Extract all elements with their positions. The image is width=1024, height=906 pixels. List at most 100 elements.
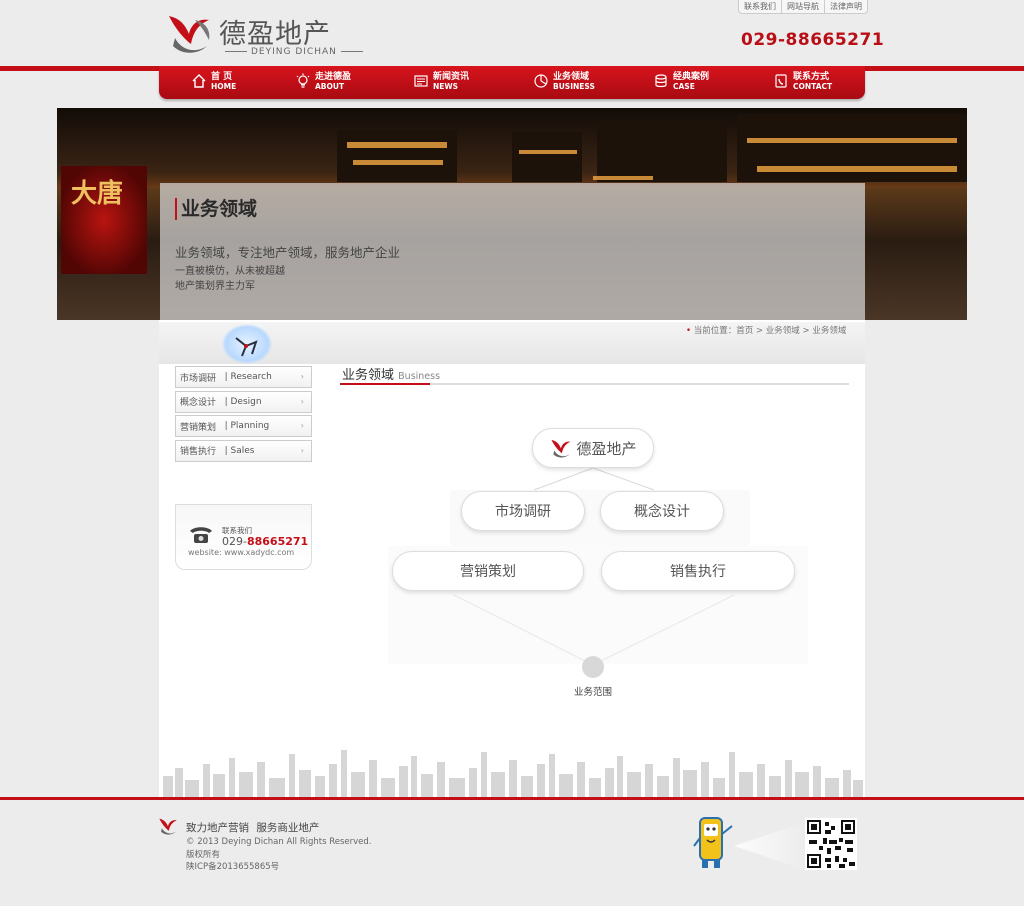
sidebar-item-sales[interactable]: 销售执行 | Sales › bbox=[175, 439, 312, 462]
breadcrumb-business[interactable]: 业务领域 bbox=[766, 326, 800, 336]
top-link-contact[interactable]: 联系我们 bbox=[739, 0, 782, 13]
sidebar-item-label-en: | Research bbox=[224, 372, 272, 382]
sidebar-item-label-en: | Planning bbox=[224, 421, 270, 431]
breadcrumb-prefix: 当前位置： bbox=[693, 326, 737, 336]
footer-copyright-line: © 2013 Deying Dichan All Rights Reserved… bbox=[186, 837, 372, 847]
top-link-legal[interactable]: 法律声明 bbox=[825, 0, 867, 13]
sidebar-item-label: 概念设计 bbox=[180, 398, 217, 408]
sidebar-item-label: 销售执行 bbox=[180, 447, 217, 457]
diagram-node-research[interactable]: 市场调研 bbox=[461, 491, 585, 531]
nav-home-label-en: HOME bbox=[211, 82, 237, 91]
phone-mascot-icon bbox=[693, 817, 733, 868]
phone-book-icon bbox=[775, 74, 787, 88]
coins-icon bbox=[655, 74, 667, 88]
nav-business-label-en: BUSINESS bbox=[553, 82, 595, 91]
newspaper-icon bbox=[414, 75, 428, 87]
logo-mark-icon bbox=[169, 16, 210, 53]
site-logo[interactable]: 德盈地产 DEYING DICHAN bbox=[165, 10, 355, 58]
diagram-caption: 业务范围 bbox=[573, 687, 612, 698]
business-diagram: 德盈地产 市场调研 概念设计 营销策划 销售执行 业务范围 bbox=[384, 420, 814, 710]
contact-number: 029-88665271 bbox=[222, 535, 308, 548]
section-title-cn: 业务领域 bbox=[342, 368, 395, 383]
banner-lights bbox=[519, 150, 577, 154]
sidebar-item-planning[interactable]: 营销策划 | Planning › bbox=[175, 415, 312, 437]
sidebar-item-design[interactable]: 概念设计 | Design › bbox=[175, 390, 312, 413]
section-divider-accent bbox=[340, 383, 430, 385]
skyline-icon bbox=[163, 750, 863, 800]
top-link-sitemap[interactable]: 网站导航 bbox=[782, 0, 825, 13]
sidebar-item-label: 营销策划 bbox=[180, 422, 217, 433]
nav-home[interactable]: 首 页 HOME bbox=[191, 72, 236, 94]
banner-lights bbox=[353, 160, 443, 165]
banner-building bbox=[512, 132, 582, 182]
banner-lights bbox=[593, 176, 653, 180]
sidebar-menu: 市场调研 | Research › 概念设计 | Design › 营销策划 |… bbox=[175, 366, 312, 464]
nav-news[interactable]: 新闻资讯 NEWS bbox=[413, 72, 469, 94]
skyline-decoration bbox=[159, 742, 865, 800]
footer-icp[interactable]: 陕ICP备2013655865号 bbox=[186, 861, 371, 874]
nav-case-label-en: CASE bbox=[673, 82, 695, 91]
banner-tagline-2: 地产策划界主力军 bbox=[175, 281, 255, 292]
qr-code-icon[interactable] bbox=[805, 818, 857, 870]
footer-copyright: © 2013 Deying Dichan All Rights Reserved… bbox=[186, 836, 371, 874]
sidebar-item-label: 市场调研 bbox=[180, 373, 217, 384]
nav-business[interactable]: 业务领域 BUSINESS bbox=[533, 72, 595, 94]
breadcrumb: • 当前位置：首页 > 业务领域 > 业务领域 bbox=[686, 324, 846, 336]
chevron-right-icon: > bbox=[802, 326, 810, 336]
contact-box: 联系我们 029-88665271 website: www.xadydc.co… bbox=[175, 504, 312, 570]
logo-mark-icon bbox=[551, 439, 572, 458]
scan-beam bbox=[734, 822, 806, 870]
banner-title: 业务领域 bbox=[175, 198, 257, 220]
banner-subtitle: 业务领域，专注地产领域，服务地产企业 bbox=[175, 245, 401, 260]
nav-contact[interactable]: 联系方式 CONTACT bbox=[773, 72, 832, 94]
contact-website[interactable]: website: www.xadydc.com bbox=[188, 548, 294, 557]
section-title: 业务领域 Business bbox=[342, 364, 440, 383]
main-nav: 首 页 HOME 走进德盈 ABOUT 新闻资讯 NEWS 业务领域 BUSINESS … bbox=[159, 66, 865, 99]
nav-about[interactable]: 走进德盈 ABOUT bbox=[295, 72, 351, 94]
logo-text-cn: 德盈地产 bbox=[219, 19, 331, 50]
section-title-en: Business bbox=[398, 371, 441, 382]
breadcrumb-current: 业务领域 bbox=[812, 326, 847, 336]
nav-home-label: 首 页 bbox=[211, 72, 233, 82]
banner-building bbox=[337, 130, 457, 182]
diagram-node-sales[interactable]: 销售执行 bbox=[601, 551, 795, 591]
logo-text-en: DEYING DICHAN bbox=[221, 47, 367, 57]
diagram-logo: 德盈地产 bbox=[532, 428, 654, 468]
nav-case[interactable]: 经典案例 CASE bbox=[653, 72, 709, 94]
nav-about-label-en: ABOUT bbox=[315, 82, 345, 91]
banner-lights bbox=[757, 166, 957, 172]
nav-news-label-en: NEWS bbox=[433, 82, 459, 91]
chevron-right-icon: › bbox=[300, 372, 304, 381]
chevron-right-icon: › bbox=[300, 421, 304, 430]
banner-sign-text: 大唐 bbox=[71, 179, 124, 209]
footer-logo-icon bbox=[159, 818, 177, 835]
banner-building bbox=[597, 120, 727, 182]
sidebar-item-research[interactable]: 市场调研 | Research › bbox=[175, 366, 312, 388]
lightbulb-icon bbox=[296, 73, 310, 88]
nav-case-label: 经典案例 bbox=[673, 72, 710, 82]
nav-business-label: 业务领域 bbox=[553, 72, 590, 82]
contact-number-prefix: 029- bbox=[222, 535, 247, 548]
nav-contact-label: 联系方式 bbox=[793, 72, 830, 82]
nav-about-label: 走进德盈 bbox=[315, 72, 352, 82]
banner-lights bbox=[347, 142, 447, 148]
diagram-logo-text: 德盈地产 bbox=[576, 439, 637, 458]
contact-number-main: 88665271 bbox=[246, 535, 309, 548]
home-icon bbox=[192, 74, 206, 88]
diagram-hub-dot bbox=[582, 656, 604, 678]
breadcrumb-home[interactable]: 首页 bbox=[736, 326, 753, 336]
chevron-right-icon: › bbox=[300, 396, 304, 406]
footer-slogan: 致力地产营销 服务商业地产 bbox=[186, 822, 320, 834]
hotline-number: 029-88665271 bbox=[741, 30, 885, 50]
nav-news-label: 新闻资讯 bbox=[433, 72, 470, 82]
hero-banner: 大唐 业务领域 业务领域，专注地产领域，服务地产企业 一直被模仿，从未被超越 地… bbox=[57, 108, 967, 320]
telephone-icon bbox=[190, 527, 212, 543]
diagram-node-planning[interactable]: 营销策划 bbox=[392, 551, 584, 591]
banner-lights bbox=[747, 138, 957, 143]
banner-tagline: 一直被模仿，从未被超越 bbox=[175, 266, 285, 277]
chart-icon bbox=[534, 74, 548, 88]
breadcrumb-dot: • bbox=[686, 326, 692, 336]
chevron-right-icon: > bbox=[755, 326, 764, 336]
top-links: 联系我们 网站导航 法律声明 bbox=[738, 0, 868, 14]
diagram-node-design[interactable]: 概念设计 bbox=[600, 491, 724, 531]
